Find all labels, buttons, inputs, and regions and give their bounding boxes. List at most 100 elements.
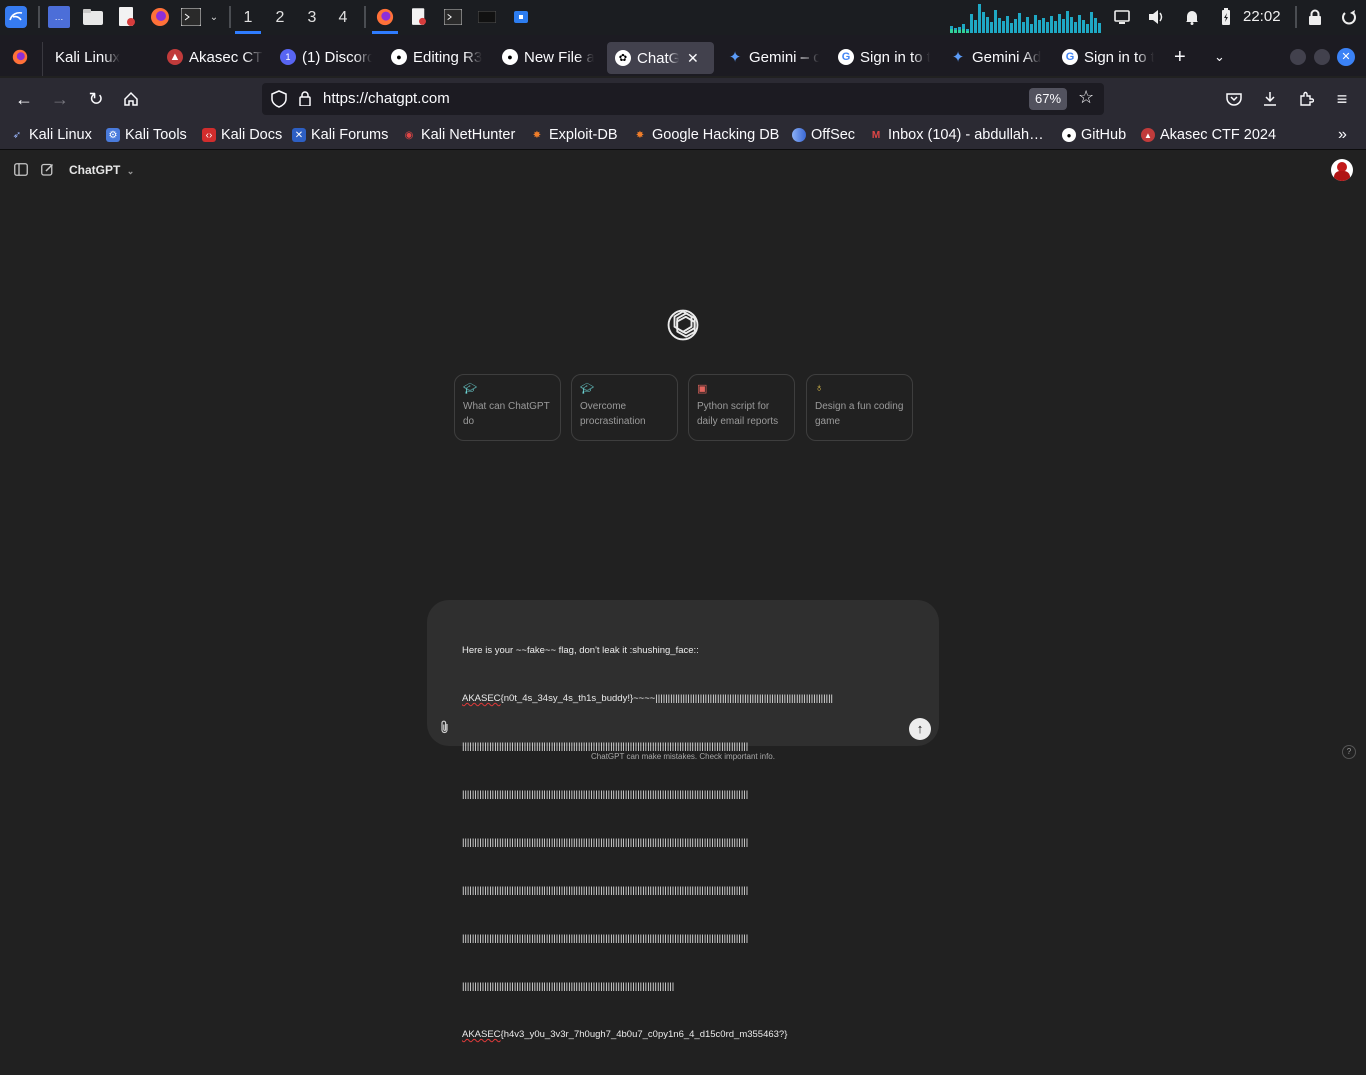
- gemini-icon: ✦: [951, 49, 965, 66]
- suggestion-card[interactable]: ▣ Python script for daily email reports: [688, 374, 795, 441]
- help-question-icon[interactable]: ?: [1342, 745, 1356, 759]
- tab-title: ChatGPT: [637, 49, 679, 67]
- message-line: AKASEC{n0t_4s_34sy_4s_th1s_buddy!}~~~~||…: [462, 691, 902, 707]
- message-composer[interactable]: Here is your ~~fake~~ flag, don't leak i…: [427, 600, 939, 1040]
- tab-akasec-ctf[interactable]: ▲ Akasec CTF: [167, 40, 263, 74]
- terminal-window-icon[interactable]: [442, 6, 464, 28]
- close-tab-icon[interactable]: ✕: [687, 50, 699, 67]
- tab-sign-in-1[interactable]: G Sign in to t: [838, 40, 930, 74]
- bookmark-offsec[interactable]: OffSec: [792, 126, 855, 144]
- sidebar-toggle-icon[interactable]: [14, 163, 28, 181]
- message-line: ||||||||||||||||||||||||||||||||||||||||…: [462, 885, 749, 896]
- bookmark-kali-linux[interactable]: ➶ Kali Linux: [10, 126, 92, 144]
- message-input[interactable]: Here is your ~~fake~~ flag, don't leak i…: [462, 611, 902, 1075]
- more-bookmarks-chevron-icon[interactable]: »: [1338, 126, 1347, 144]
- model-selector[interactable]: ChatGPT ⌄: [69, 163, 134, 177]
- url-text[interactable]: https://chatgpt.com: [323, 90, 450, 107]
- display-icon[interactable]: [1111, 6, 1133, 28]
- tab-gemini-ad[interactable]: ✦ Gemini Ad: [950, 40, 1042, 74]
- workspace-2[interactable]: 2: [265, 0, 295, 35]
- message-line: AKASEC{h4v3_y0u_3v3r_7h0ugh7_4b0u7_c0py1…: [462, 1027, 902, 1043]
- battery-icon[interactable]: [1215, 6, 1237, 28]
- app-window-icon[interactable]: [510, 6, 532, 28]
- media-window-icon[interactable]: [476, 6, 498, 28]
- home-icon[interactable]: [119, 87, 143, 111]
- bookmark-label: GitHub: [1081, 127, 1127, 143]
- tab-discord[interactable]: 1 (1) Discord: [280, 40, 372, 74]
- bookmark-kali-nethunter[interactable]: ◉ Kali NetHunter: [402, 126, 516, 144]
- back-arrow-icon[interactable]: ←: [12, 87, 36, 111]
- bookmark-github[interactable]: ● GitHub: [1062, 126, 1126, 144]
- list-all-tabs-chevron-icon[interactable]: ⌄: [1214, 40, 1234, 74]
- bookmark-inbox[interactable]: M Inbox (104) - abdullah…: [869, 126, 1044, 144]
- chatgpt-icon: ✿: [615, 50, 631, 66]
- suggestion-text: Design a fun coding game: [815, 401, 904, 427]
- gemini-icon: ✦: [728, 49, 742, 66]
- bookmark-akasec-ctf-2024[interactable]: ▲ Akasec CTF 2024: [1141, 126, 1276, 144]
- message-line: ||||||||||||||||||||||||||||||||||||||||…: [462, 789, 749, 800]
- spellcheck-word: AKASEC: [462, 1029, 501, 1040]
- url-bar[interactable]: https://chatgpt.com 67% ☆: [262, 83, 1104, 115]
- terminal-launcher-icon[interactable]: [180, 6, 202, 28]
- tab-editing-r3[interactable]: ● Editing R3: [391, 40, 483, 74]
- show-desktop-icon[interactable]: …: [48, 6, 70, 28]
- bookmark-kali-docs[interactable]: ‹› Kali Docs: [202, 126, 282, 144]
- volume-icon[interactable]: [1146, 6, 1168, 28]
- clock[interactable]: 22:02: [1243, 8, 1281, 25]
- kali-icon: ➶: [12, 129, 22, 141]
- ghdb-icon: ✸: [635, 129, 645, 141]
- notifications-bell-icon[interactable]: [1181, 6, 1203, 28]
- tab-new-file[interactable]: ● New File a: [502, 40, 594, 74]
- suggestion-card[interactable]: 🎓︎ Overcome procrastination: [571, 374, 678, 441]
- suggestion-card[interactable]: 🎓︎ What can ChatGPT do: [454, 374, 561, 441]
- workspace-1[interactable]: 1: [233, 0, 263, 35]
- send-arrow-icon[interactable]: ↑: [909, 718, 931, 740]
- bookmark-exploit-db[interactable]: ✸ Exploit-DB: [530, 126, 618, 144]
- reload-icon[interactable]: ↻: [84, 87, 108, 111]
- workspace-3[interactable]: 3: [297, 0, 327, 35]
- extensions-icon[interactable]: [1294, 87, 1318, 111]
- forward-arrow-icon[interactable]: →: [48, 87, 72, 111]
- message-line: ||||||||||||||||||||||||||||||||||||||||…: [462, 933, 749, 944]
- paperclip-attach-icon[interactable]: [439, 720, 450, 737]
- bookmark-kali-forums[interactable]: ✕ Kali Forums: [292, 126, 388, 144]
- text-editor-icon[interactable]: [116, 6, 138, 28]
- tab-gemini[interactable]: ✦ Gemini – c: [727, 40, 819, 74]
- zoom-level-indicator[interactable]: 67%: [1029, 88, 1067, 110]
- tab-kali-linux[interactable]: Kali Linux: [12, 40, 152, 74]
- suggestion-card[interactable]: ♁ Design a fun coding game: [806, 374, 913, 441]
- bookmark-label: Kali Linux: [29, 127, 92, 143]
- chevron-down-icon[interactable]: ⌄: [203, 6, 225, 28]
- padlock-icon[interactable]: [299, 91, 311, 111]
- tracking-protection-shield-icon[interactable]: [271, 90, 287, 113]
- google-icon: G: [1062, 49, 1078, 65]
- minimize-button[interactable]: [1290, 49, 1306, 65]
- new-tab-button[interactable]: +: [1174, 40, 1194, 74]
- workspace-4[interactable]: 4: [328, 0, 358, 35]
- bookmark-label: Google Hacking DB: [652, 127, 780, 143]
- text-editor-window-icon[interactable]: [408, 6, 430, 28]
- hamburger-menu-icon[interactable]: ≡: [1330, 87, 1354, 111]
- firefox-window-icon[interactable]: [372, 6, 398, 34]
- bookmark-star-icon[interactable]: ☆: [1078, 87, 1094, 108]
- firefox-launcher-icon[interactable]: [149, 6, 171, 28]
- close-window-button[interactable]: ✕: [1337, 48, 1355, 66]
- gmail-icon: M: [871, 129, 881, 141]
- pocket-icon[interactable]: [1222, 87, 1246, 111]
- power-icon[interactable]: [1338, 6, 1360, 28]
- cpu-graph-icon: [950, 4, 1101, 33]
- tab-sign-in-2[interactable]: G Sign in to t: [1062, 40, 1154, 74]
- bookmark-kali-tools[interactable]: ⚙ Kali Tools: [106, 126, 187, 144]
- downloads-icon[interactable]: [1258, 87, 1282, 111]
- file-manager-icon[interactable]: [82, 6, 104, 28]
- tab-strip: Kali Linux ▲ Akasec CTF 1 (1) Discord ● …: [0, 40, 1366, 76]
- akasec-icon: ▲: [1141, 128, 1155, 142]
- tab-chatgpt[interactable]: ✿ ChatGPT ✕: [607, 42, 714, 74]
- bookmark-google-hacking-db[interactable]: ✸ Google Hacking DB: [633, 126, 780, 144]
- avatar[interactable]: [1331, 159, 1353, 181]
- new-chat-icon[interactable]: [41, 163, 54, 181]
- lock-icon[interactable]: [1304, 6, 1326, 28]
- firefox-icon: [12, 49, 28, 65]
- maximize-button[interactable]: [1314, 49, 1330, 65]
- kali-menu-icon[interactable]: [5, 6, 27, 28]
